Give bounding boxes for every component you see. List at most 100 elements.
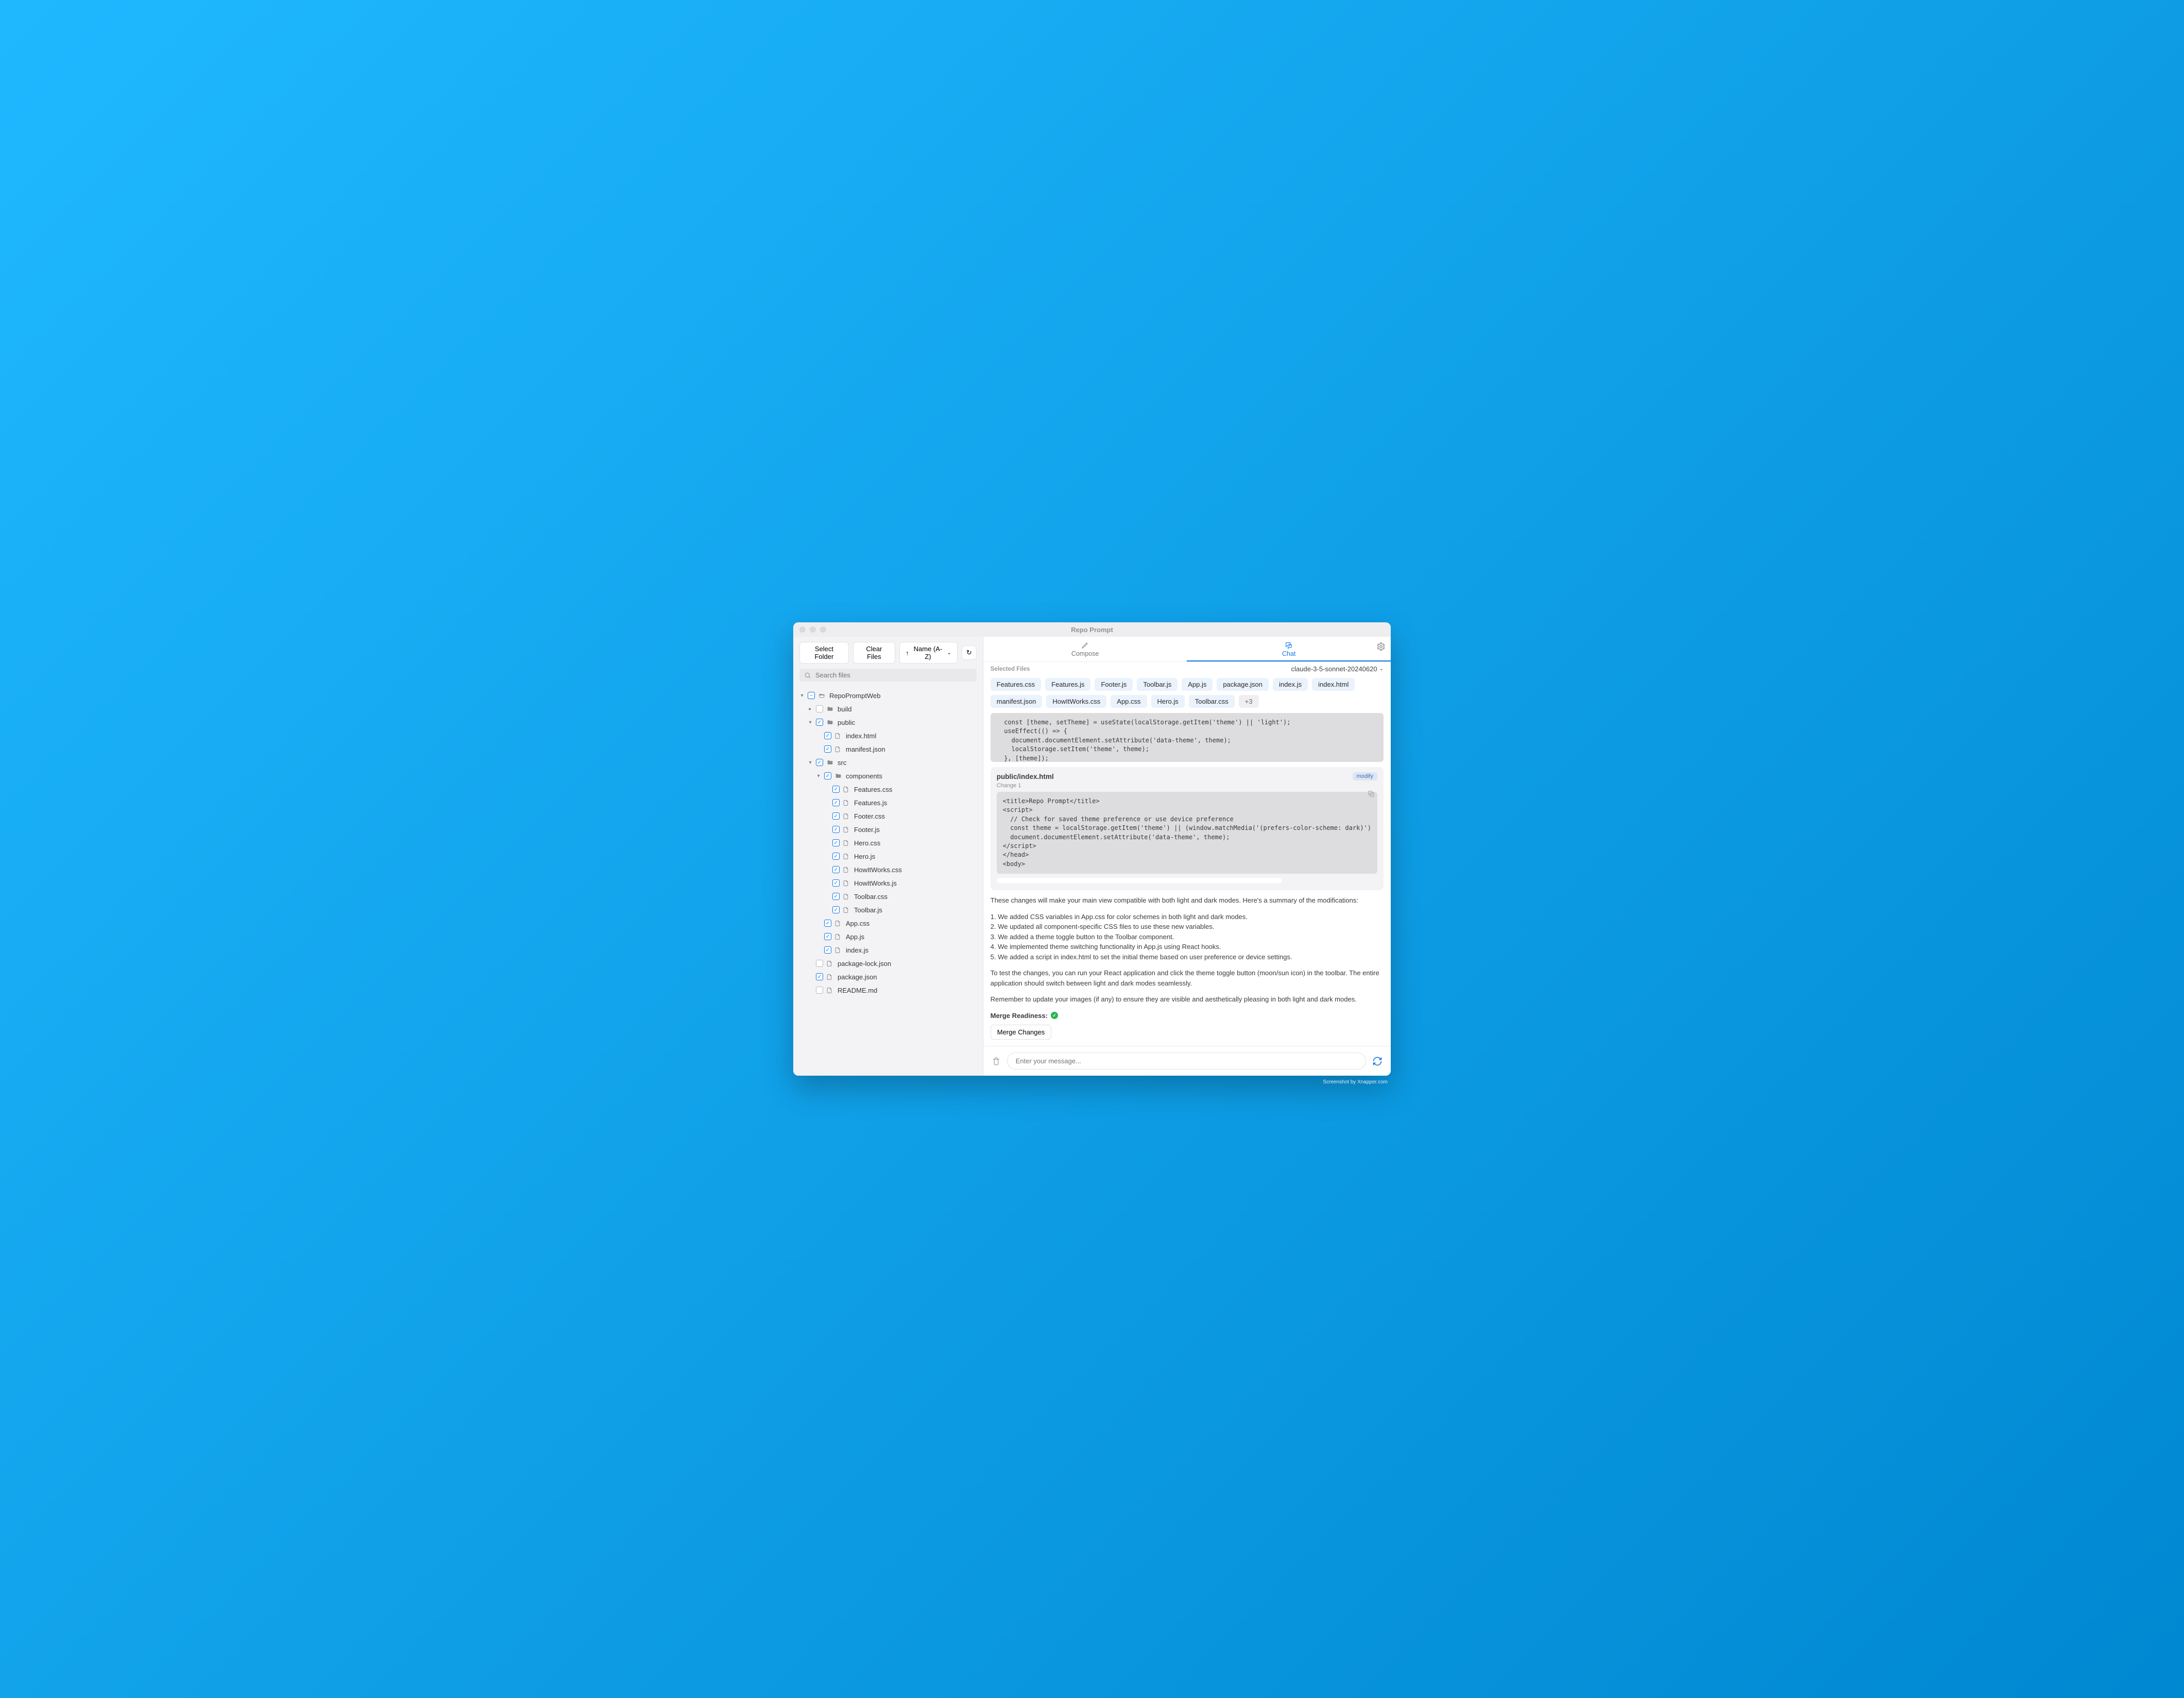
tree-file[interactable]: ▸README.md xyxy=(793,983,983,997)
tree-file[interactable]: ▸✓App.js xyxy=(793,930,983,943)
file-chip[interactable]: Hero.js xyxy=(1151,695,1185,708)
sort-button[interactable]: ↑ Name (A-Z) ⌄ xyxy=(899,642,958,664)
checkbox[interactable] xyxy=(816,987,823,994)
checkbox[interactable]: ✓ xyxy=(824,933,831,940)
pencil-icon xyxy=(1081,641,1090,649)
file-tree[interactable]: ▾−RepoPromptWeb▸build▾✓public▸✓index.htm… xyxy=(793,687,983,1076)
clear-files-button[interactable]: Clear Files xyxy=(853,642,895,664)
message-input-wrap[interactable] xyxy=(1007,1052,1366,1069)
file-chip[interactable]: package.json xyxy=(1217,678,1269,691)
clear-chat-button[interactable] xyxy=(992,1056,1001,1066)
tree-file[interactable]: ▸✓Toolbar.js xyxy=(793,903,983,916)
regenerate-button[interactable] xyxy=(1372,1056,1383,1066)
checkbox[interactable]: ✓ xyxy=(832,786,840,793)
refresh-button[interactable]: ↻ xyxy=(962,646,977,660)
checkbox[interactable]: ✓ xyxy=(824,946,831,954)
disclosure-icon[interactable]: ▾ xyxy=(808,720,813,725)
checkbox[interactable]: ✓ xyxy=(832,906,840,913)
minimize-window-icon[interactable] xyxy=(810,626,816,633)
file-icon xyxy=(834,933,843,941)
search-field[interactable] xyxy=(799,669,977,682)
checkbox[interactable] xyxy=(816,960,823,967)
checkbox[interactable]: ✓ xyxy=(832,853,840,860)
tree-file[interactable]: ▸✓App.css xyxy=(793,916,983,930)
tree-folder[interactable]: ▾✓public xyxy=(793,716,983,729)
checkbox[interactable]: ✓ xyxy=(816,719,823,726)
checkbox[interactable]: ✓ xyxy=(824,745,831,753)
tree-file[interactable]: ▸✓Toolbar.css xyxy=(793,890,983,903)
gear-icon xyxy=(1376,642,1386,651)
tree-file[interactable]: ▸✓Features.js xyxy=(793,796,983,809)
model-picker[interactable]: claude-3-5-sonnet-20240620 ⌄ xyxy=(1291,665,1384,673)
tree-file[interactable]: ▸✓Features.css xyxy=(793,783,983,796)
file-chip[interactable]: Features.js xyxy=(1045,678,1090,691)
file-chip[interactable]: manifest.json xyxy=(991,695,1043,708)
file-icon xyxy=(843,839,851,847)
checkbox[interactable]: ✓ xyxy=(824,772,831,779)
folder-icon xyxy=(826,706,834,712)
horizontal-scrollbar[interactable] xyxy=(997,878,1282,883)
file-chip[interactable]: index.html xyxy=(1312,678,1355,691)
tree-item-label: Footer.css xyxy=(854,812,885,820)
checkbox[interactable]: ✓ xyxy=(832,799,840,806)
tab-chat[interactable]: Chat xyxy=(1187,637,1391,661)
checkbox[interactable]: ✓ xyxy=(816,759,823,766)
copy-button[interactable] xyxy=(1367,790,1375,798)
tree-file[interactable]: ▸✓Footer.css xyxy=(793,809,983,823)
more-files-chip[interactable]: +3 xyxy=(1239,695,1259,708)
tree-file[interactable]: ▸✓HowItWorks.css xyxy=(793,863,983,876)
disclosure-icon[interactable]: ▾ xyxy=(799,693,805,699)
assistant-summary: These changes will make your main view c… xyxy=(991,895,1384,1040)
file-chip[interactable]: App.css xyxy=(1111,695,1147,708)
checkbox[interactable]: ✓ xyxy=(832,839,840,846)
zoom-window-icon[interactable] xyxy=(820,626,826,633)
tree-file[interactable]: ▸✓manifest.json xyxy=(793,742,983,756)
tree-item-label: build xyxy=(838,705,851,713)
message-input[interactable] xyxy=(1016,1057,1357,1065)
file-chip[interactable]: Toolbar.js xyxy=(1137,678,1178,691)
tab-compose[interactable]: Compose xyxy=(983,637,1187,661)
tree-file[interactable]: ▸✓Hero.css xyxy=(793,836,983,850)
file-chip[interactable]: index.js xyxy=(1273,678,1308,691)
tree-folder[interactable]: ▾− RepoPromptWeb xyxy=(793,689,983,702)
file-chip[interactable]: Footer.js xyxy=(1095,678,1133,691)
select-folder-button[interactable]: Select Folder xyxy=(799,642,849,664)
tree-item-label: src xyxy=(838,759,846,767)
checkbox[interactable]: ✓ xyxy=(832,893,840,900)
disclosure-icon[interactable]: ▸ xyxy=(808,706,813,712)
checkbox[interactable]: ✓ xyxy=(832,826,840,833)
disclosure-icon[interactable]: ▾ xyxy=(816,773,821,779)
file-chip[interactable]: Toolbar.css xyxy=(1189,695,1235,708)
tree-file[interactable]: ▸package-lock.json xyxy=(793,957,983,970)
checkbox[interactable]: − xyxy=(808,692,815,699)
tree-folder[interactable]: ▾✓components xyxy=(793,769,983,783)
file-chip[interactable]: Features.css xyxy=(991,678,1041,691)
tree-file[interactable]: ▸✓package.json xyxy=(793,970,983,983)
merge-changes-button[interactable]: Merge Changes xyxy=(991,1025,1052,1040)
checkbox[interactable]: ✓ xyxy=(816,973,823,980)
checkbox[interactable] xyxy=(816,705,823,712)
folder-icon xyxy=(818,692,826,699)
tree-file[interactable]: ▸✓Footer.js xyxy=(793,823,983,836)
checkbox[interactable]: ✓ xyxy=(832,866,840,873)
disclosure-icon[interactable]: ▾ xyxy=(808,760,813,766)
close-window-icon[interactable] xyxy=(799,626,806,633)
tree-folder[interactable]: ▸ build xyxy=(793,702,983,716)
checkbox[interactable]: ✓ xyxy=(824,732,831,739)
settings-button[interactable] xyxy=(1376,642,1386,651)
code-block-index-html: <title>Repo Prompt</title> <script> // C… xyxy=(997,792,1377,874)
checkbox[interactable]: ✓ xyxy=(832,879,840,887)
tree-item-label: RepoPromptWeb xyxy=(829,692,880,700)
tree-file[interactable]: ▸✓index.js xyxy=(793,943,983,957)
tree-item-label: package.json xyxy=(838,973,877,981)
checkbox[interactable]: ✓ xyxy=(824,920,831,927)
search-input[interactable] xyxy=(815,671,972,679)
tree-folder[interactable]: ▾✓ src xyxy=(793,756,983,769)
tree-file[interactable]: ▸✓index.html xyxy=(793,729,983,742)
copy-icon xyxy=(1367,790,1375,798)
checkbox[interactable]: ✓ xyxy=(832,812,840,820)
file-chip[interactable]: App.js xyxy=(1182,678,1213,691)
tree-file[interactable]: ▸✓Hero.js xyxy=(793,850,983,863)
file-chip[interactable]: HowItWorks.css xyxy=(1046,695,1106,708)
tree-file[interactable]: ▸✓HowItWorks.js xyxy=(793,876,983,890)
